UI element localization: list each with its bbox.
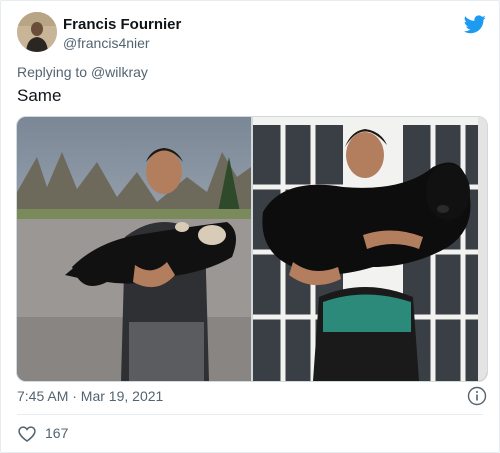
info-icon[interactable] — [467, 386, 487, 406]
photo-left[interactable] — [17, 117, 251, 381]
tweet-text: Same — [17, 86, 62, 105]
author-handle[interactable]: @francis4nier — [63, 35, 150, 51]
divider — [17, 414, 483, 415]
tweet-timestamp[interactable]: 7:45 AM · Mar 19, 2021 — [17, 388, 163, 404]
media-grid — [16, 116, 488, 382]
photo-right[interactable] — [253, 117, 487, 381]
replying-prefix: Replying to — [17, 64, 88, 80]
author-name[interactable]: Francis Fournier — [63, 16, 181, 33]
twitter-bird-icon[interactable] — [463, 13, 487, 35]
heart-icon[interactable] — [17, 424, 37, 444]
replying-to: Replying to @wilkray — [17, 64, 148, 80]
reply-mention-link[interactable]: @wilkray — [91, 64, 148, 80]
avatar[interactable] — [17, 12, 57, 52]
like-count[interactable]: 167 — [45, 425, 68, 441]
tweet-card: Francis Fournier @francis4nier Replying … — [0, 0, 500, 453]
